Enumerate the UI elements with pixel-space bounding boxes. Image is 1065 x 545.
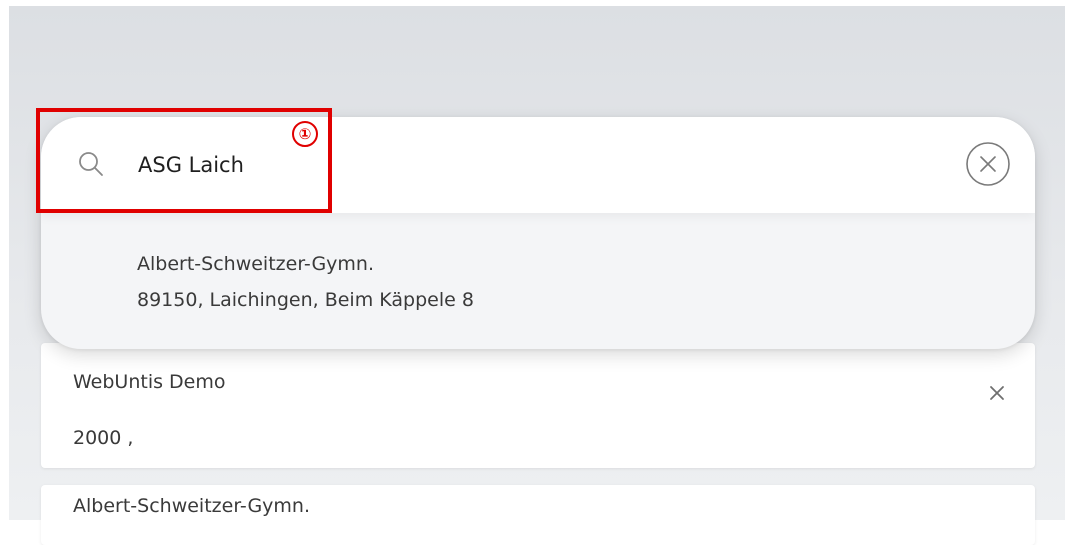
search-bar	[41, 117, 1035, 213]
saved-school-name: Albert-Schweitzer-Gymn.	[73, 495, 311, 517]
search-popover: Albert-Schweitzer-Gymn. 89150, Laichinge…	[41, 117, 1035, 349]
search-result-item[interactable]: Albert-Schweitzer-Gymn. 89150, Laichinge…	[41, 213, 1035, 349]
remove-school-button[interactable]	[985, 381, 1009, 405]
clear-search-button[interactable]	[965, 141, 1011, 187]
step-number-badge: ①	[292, 121, 318, 147]
search-result-name: Albert-Schweitzer-Gymn.	[137, 253, 375, 275]
close-icon	[990, 386, 1004, 400]
saved-school-card[interactable]: Albert-Schweitzer-Gymn.	[41, 485, 1035, 545]
search-icon	[77, 150, 105, 178]
search-result-address: 89150, Laichingen, Beim Käppele 8	[137, 289, 474, 311]
saved-school-card[interactable]: WebUntis Demo 2000 ,	[41, 343, 1035, 468]
search-input[interactable]	[138, 147, 918, 183]
close-circle-icon	[966, 142, 1010, 186]
saved-school-name: WebUntis Demo	[73, 371, 226, 393]
saved-school-subtitle: 2000 ,	[73, 427, 134, 449]
